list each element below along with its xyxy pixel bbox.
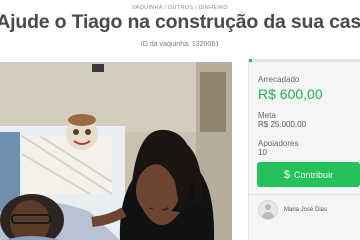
page-title: Ajude o Tiago na construção da sua casa bbox=[0, 11, 360, 33]
supporters-count: 10 bbox=[258, 148, 267, 157]
goal-label: Meta bbox=[258, 111, 276, 120]
campaign-photo bbox=[0, 62, 232, 240]
avatar bbox=[258, 200, 278, 220]
campaign-owner[interactable]: Maria José Dias bbox=[258, 200, 327, 220]
supporters-label: Apoiadores bbox=[258, 139, 299, 148]
progress-bar bbox=[249, 59, 360, 62]
vaquinha-id: ID da vaquinha: 1320061 bbox=[140, 41, 220, 48]
progress-fill bbox=[249, 59, 252, 62]
contribute-button[interactable]: $ Contribuir bbox=[257, 162, 360, 187]
contribute-label: Contribuir bbox=[294, 169, 334, 180]
divider bbox=[248, 194, 360, 195]
dollar-icon: $ bbox=[283, 168, 291, 181]
raised-amount: R$ 600,00 bbox=[258, 86, 323, 102]
goal-value: R$ 25.000,00 bbox=[258, 120, 307, 129]
raised-label: Arrecadado bbox=[258, 75, 300, 84]
owner-name: Maria José Dias bbox=[284, 207, 328, 213]
